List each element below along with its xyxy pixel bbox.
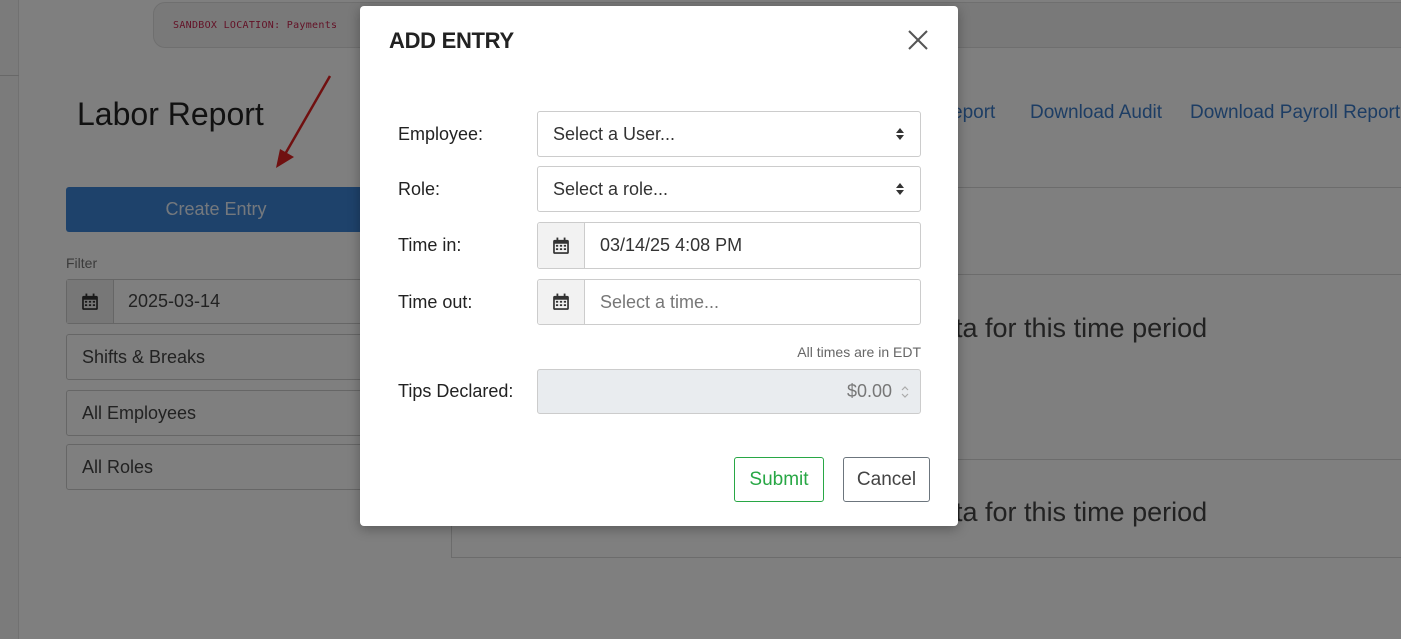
tips-input: $0.00 [537,369,921,414]
sort-caret-icon [880,181,920,197]
calendar-icon[interactable] [538,280,585,324]
role-select-value: Select a role... [553,178,669,199]
employee-select-value: Select a User... [553,123,676,144]
time-out-label: Time out: [398,292,473,312]
sort-caret-icon [880,126,920,142]
tips-label: Tips Declared: [398,381,514,401]
add-entry-modal: ADD ENTRY Employee: Select a User... Rol… [360,6,958,526]
role-label: Role: [398,179,441,199]
modal-title: ADD ENTRY [389,28,514,53]
cancel-button[interactable]: Cancel [843,457,930,502]
submit-button[interactable]: Submit [734,457,824,502]
timezone-note: All times are in EDT [797,344,921,360]
employee-select[interactable]: Select a User... [537,111,921,157]
time-in-label: Time in: [398,235,462,255]
time-out-placeholder: Select a time... [600,291,720,312]
calendar-icon[interactable] [538,223,585,268]
role-select[interactable]: Select a role... [537,166,921,212]
close-icon[interactable] [904,26,932,54]
tips-value: $0.00 [846,381,892,401]
spinner-arrows-icon [898,384,920,400]
time-in-value: 03/14/25 4:08 PM [600,235,743,255]
employee-label: Employee: [398,124,484,144]
time-in-input[interactable]: 03/14/25 4:08 PM [537,222,921,269]
time-out-input[interactable]: Select a time... [537,279,921,325]
